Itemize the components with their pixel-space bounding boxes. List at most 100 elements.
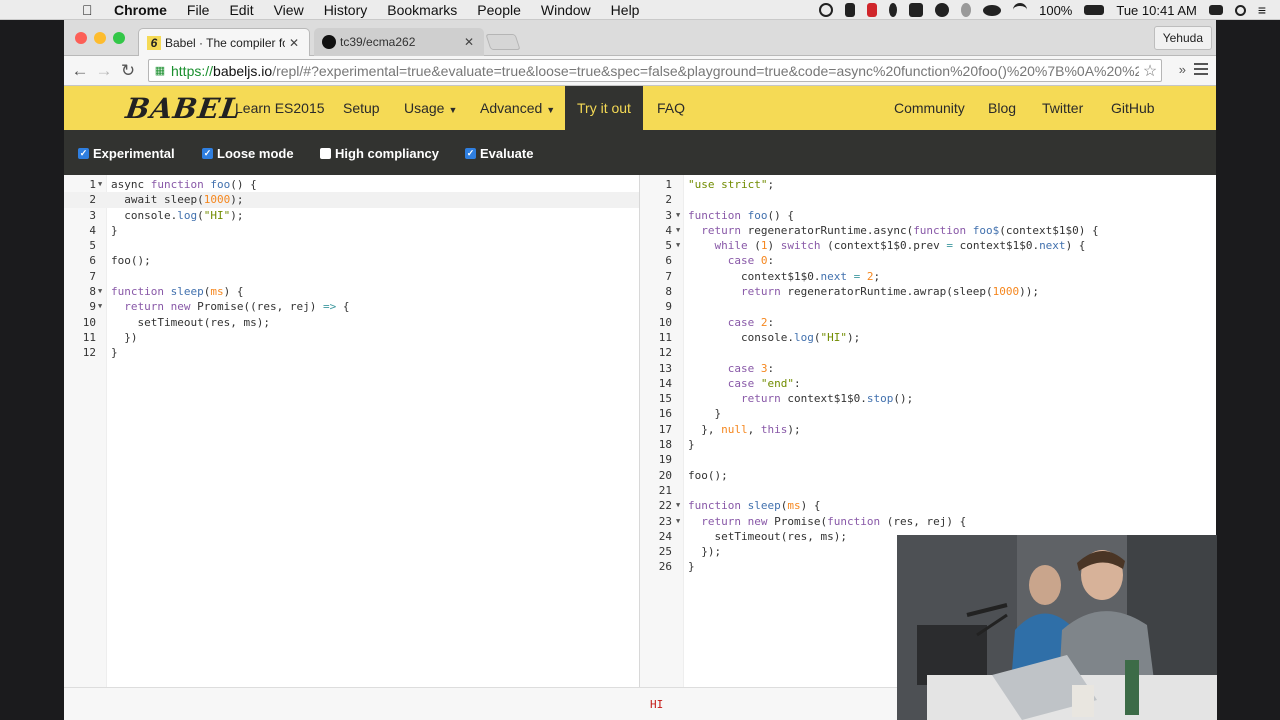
input-code[interactable]: 1 ▼ async function foo() { 2 await sleep(1…: [64, 177, 639, 361]
bookmark-star-icon[interactable]: ☆: [1139, 61, 1161, 81]
status-tray: 100% Tue 10:41 AM ≡: [819, 0, 1280, 20]
spotlight-icon[interactable]: [1234, 4, 1246, 16]
code-line: 5: [89, 239, 96, 253]
tab-title: Babel · The compiler for w: [165, 35, 285, 50]
option-loose-mode[interactable]: ✓ Loose mode: [202, 144, 294, 162]
pause-icon[interactable]: [867, 3, 878, 17]
tab-babel[interactable]: 6 Babel · The compiler for w ✕: [138, 28, 310, 56]
menu-people[interactable]: People: [477, 2, 521, 18]
close-tab-icon[interactable]: ✕: [464, 35, 474, 49]
babel-favicon-icon: 6: [147, 35, 161, 50]
mac-menubar:  Chrome File Edit View History Bookmark…: [0, 0, 1280, 20]
tab-ecma262[interactable]: tc39/ecma262 ✕: [314, 28, 484, 56]
input-editor[interactable]: 1 ▼ async function foo() { 2 await sleep(1…: [64, 175, 639, 687]
clock[interactable]: Tue 10:41 AM: [1116, 3, 1196, 18]
nav-twitter[interactable]: Twitter: [1030, 86, 1095, 130]
cloud-icon[interactable]: [983, 4, 1002, 16]
url-host: babeljs.io: [213, 62, 273, 79]
bluetooth-icon[interactable]: [889, 3, 898, 17]
nav-usage-label: Usage: [404, 100, 445, 116]
compiled-code[interactable]: 1 "use strict"; 2 3 ▼ function foo() { 4 ▼ r…: [640, 177, 1216, 575]
forward-icon[interactable]: →: [92, 61, 116, 81]
checkbox-checked-icon[interactable]: ✓: [202, 147, 213, 159]
battery-icon[interactable]: [1084, 5, 1105, 15]
option-label: Loose mode: [217, 145, 294, 161]
menu-window[interactable]: Window: [541, 2, 591, 18]
code-line: 14 case "end":: [658, 376, 801, 390]
app-icon[interactable]: [909, 3, 924, 17]
menu-app[interactable]: Chrome: [114, 2, 167, 18]
code-line: 4 ▼ return regeneratorRuntime.async(funct…: [665, 223, 1099, 238]
menu-help[interactable]: Help: [611, 2, 640, 18]
dash-icon[interactable]: [935, 3, 950, 17]
nav-try-it-out[interactable]: Try it out: [565, 86, 643, 130]
new-tab-button[interactable]: [485, 34, 521, 50]
menu-bookmarks[interactable]: Bookmarks: [387, 2, 457, 18]
checkbox-checked-icon[interactable]: ✓: [465, 147, 476, 159]
nav-usage[interactable]: Usage ▼: [392, 86, 469, 130]
nav-faq[interactable]: FAQ: [645, 86, 697, 130]
repl-options-bar: ✓ Experimental ✓ Loose mode High complianc…: [64, 130, 1216, 175]
notification-icon[interactable]: [961, 3, 972, 17]
nav-advanced[interactable]: Advanced ▼: [468, 86, 567, 130]
fold-arrow-icon[interactable]: ▼: [676, 208, 680, 223]
nav-github[interactable]: GitHub: [1099, 86, 1167, 130]
apple-icon[interactable]: : [82, 2, 100, 18]
option-experimental[interactable]: ✓ Experimental: [78, 144, 175, 162]
code-line: 19: [658, 453, 672, 467]
code-line: 9: [665, 300, 672, 314]
nav-blog[interactable]: Blog: [976, 86, 1028, 130]
code-line: 7: [89, 269, 96, 283]
code-line: 7 context$1$0.next = 2;: [665, 269, 881, 283]
reload-icon[interactable]: ↻: [116, 61, 140, 81]
fold-arrow-icon[interactable]: ▼: [98, 284, 102, 299]
record-icon[interactable]: [819, 3, 834, 17]
webcam-overlay: [897, 535, 1217, 720]
option-label: Experimental: [93, 145, 175, 161]
back-icon[interactable]: ←: [68, 61, 92, 81]
secure-lock-icon[interactable]: ▦: [149, 64, 171, 77]
nav-learn-es2015[interactable]: Learn ES2015: [223, 86, 337, 130]
checkbox-unchecked-icon[interactable]: [320, 147, 331, 159]
code-line: 6 case 0:: [665, 254, 775, 268]
menu-file[interactable]: File: [187, 2, 210, 18]
option-high-compliancy[interactable]: High compliancy: [320, 144, 439, 162]
notification-center-icon[interactable]: ≡: [1258, 2, 1266, 18]
menu-history[interactable]: History: [324, 2, 368, 18]
close-tab-icon[interactable]: ✕: [289, 36, 299, 50]
code-line: 21: [658, 483, 672, 497]
fold-arrow-icon[interactable]: ▼: [676, 238, 680, 253]
nav-community[interactable]: Community: [882, 86, 977, 130]
address-bar[interactable]: ▦ https://babeljs.io/repl/#?experimental…: [148, 59, 1162, 82]
close-window-button[interactable]: [75, 32, 87, 44]
code-line: 12}: [82, 346, 118, 360]
caret-down-icon: ▼: [448, 105, 458, 115]
url-text[interactable]: https://babeljs.io/repl/#?experimental=t…: [171, 63, 1139, 79]
menu-view[interactable]: View: [274, 2, 304, 18]
fold-arrow-icon[interactable]: ▼: [98, 177, 102, 192]
fold-arrow-icon[interactable]: ▼: [98, 299, 102, 314]
code-line: 12: [658, 346, 672, 360]
code-line: 6 foo();: [89, 254, 151, 268]
fold-arrow-icon[interactable]: ▼: [676, 223, 680, 238]
extensions-chevron-icon[interactable]: »: [1179, 62, 1186, 77]
battery-percent: 100%: [1039, 2, 1073, 18]
nav-setup[interactable]: Setup: [331, 86, 392, 130]
fold-arrow-icon[interactable]: ▼: [676, 514, 680, 529]
checkbox-checked-icon[interactable]: ✓: [78, 147, 89, 159]
user-icon[interactable]: [1208, 5, 1223, 15]
code-line: 11 console.log("HI");: [658, 330, 861, 344]
option-evaluate[interactable]: ✓ Evaluate: [465, 144, 533, 162]
fold-arrow-icon[interactable]: ▼: [676, 498, 680, 513]
menu-edit[interactable]: Edit: [229, 2, 253, 18]
code-line: 15 return context$1$0.stop();: [658, 392, 914, 406]
chrome-menu-icon[interactable]: [1194, 63, 1208, 78]
profile-button[interactable]: Yehuda: [1153, 26, 1212, 50]
wifi-icon[interactable]: [1013, 3, 1028, 17]
code-line: 4}: [89, 223, 118, 237]
lock-icon[interactable]: [845, 3, 856, 17]
option-label: Evaluate: [480, 145, 534, 161]
minimize-window-button[interactable]: [94, 32, 106, 44]
zoom-window-button[interactable]: [113, 32, 125, 44]
tab-strip: 6 Babel · The compiler for w ✕ tc39/ecma…: [64, 20, 1216, 56]
